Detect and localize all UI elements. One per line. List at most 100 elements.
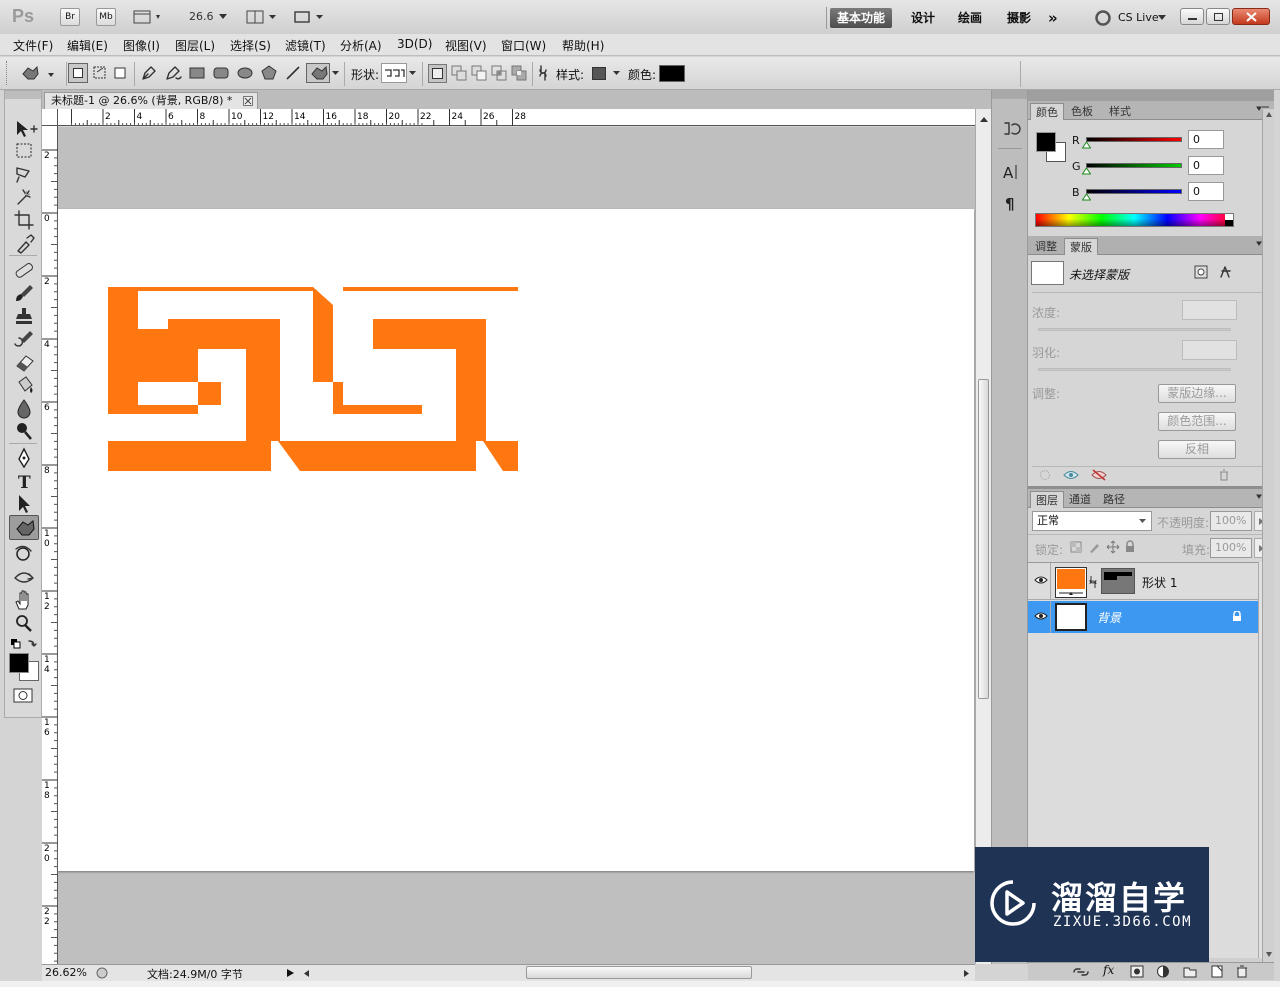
menu-select[interactable]: 选择(S) xyxy=(230,37,271,54)
lock-image-icon[interactable] xyxy=(1088,541,1100,553)
load-selection-icon[interactable] xyxy=(1038,469,1052,481)
type-tool-icon[interactable]: T xyxy=(9,470,39,492)
rectangle-tool-icon[interactable] xyxy=(188,64,206,82)
hand-tool-icon[interactable] xyxy=(9,589,39,611)
menu-edit[interactable]: 编辑(E) xyxy=(67,37,108,54)
layer-name-shape1[interactable]: 形状 1 xyxy=(1142,574,1177,591)
meander-pattern-shape[interactable] xyxy=(58,209,974,871)
tab-layers[interactable]: 图层 xyxy=(1030,491,1064,508)
shape-picker[interactable] xyxy=(381,63,407,83)
mini-bridge-button[interactable]: Mb xyxy=(96,8,116,26)
panel-dock-header[interactable] xyxy=(1028,90,1274,101)
zoom-tool-icon[interactable] xyxy=(9,612,39,634)
menu-analysis[interactable]: 分析(A) xyxy=(340,37,382,54)
horizontal-scroll-thumb[interactable] xyxy=(526,966,752,979)
pen-tool-icon[interactable] xyxy=(139,64,159,82)
arrange-documents-icon[interactable] xyxy=(246,9,278,28)
opacity-field[interactable]: 100% xyxy=(1210,511,1252,531)
default-colors-icon[interactable] xyxy=(9,637,39,651)
cslive-label[interactable]: CS Live xyxy=(1118,11,1159,24)
tab-color[interactable]: 颜色 xyxy=(1030,103,1064,120)
layer-link-icon[interactable] xyxy=(1089,575,1097,589)
layer-visibility-eye-icon[interactable] xyxy=(1034,611,1048,621)
menu-3d[interactable]: 3D(D) xyxy=(397,37,432,51)
dock-scrollbar[interactable] xyxy=(1262,109,1274,962)
create-new-shape-layer[interactable] xyxy=(428,64,447,83)
style-dropdown-icon[interactable] xyxy=(613,71,621,77)
lock-position-icon[interactable] xyxy=(1106,540,1120,554)
menu-window[interactable]: 窗口(W) xyxy=(501,37,546,54)
delete-layer-icon[interactable] xyxy=(1236,965,1248,978)
menu-help[interactable]: 帮助(H) xyxy=(562,37,604,54)
eyedropper-icon[interactable] xyxy=(9,232,39,254)
dock-scroll-up-icon[interactable] xyxy=(1265,111,1273,118)
layer-row-background[interactable]: 背景 xyxy=(1028,601,1258,633)
add-mask-icon[interactable] xyxy=(1130,965,1144,978)
r-slider[interactable] xyxy=(1086,137,1182,142)
menu-filter[interactable]: 滤镜(T) xyxy=(285,37,326,54)
layer-visibility-eye-icon[interactable] xyxy=(1034,575,1048,585)
disable-mask-icon[interactable] xyxy=(1090,469,1108,481)
mask-thumbnail[interactable] xyxy=(1031,261,1064,285)
cslive-dropdown-icon[interactable] xyxy=(1158,15,1166,21)
delete-mask-icon[interactable] xyxy=(1218,469,1230,481)
link-layers-icon[interactable] xyxy=(1072,966,1090,978)
vertical-scrollbar[interactable] xyxy=(975,109,991,964)
restore-button[interactable] xyxy=(1206,8,1230,25)
blur-tool-icon[interactable] xyxy=(9,397,39,419)
cslive-icon[interactable] xyxy=(1094,9,1112,27)
shape-layers-mode[interactable] xyxy=(68,63,88,83)
rectangular-marquee-icon[interactable] xyxy=(9,140,39,162)
quick-mask-icon[interactable] xyxy=(13,688,35,704)
status-zoom[interactable]: 26.62% xyxy=(45,966,87,979)
shape-color-swatch[interactable] xyxy=(659,65,685,82)
tab-paths[interactable]: 路径 xyxy=(1098,491,1130,508)
add-pixel-mask-icon[interactable] xyxy=(1194,265,1208,279)
pen-tool-icon[interactable] xyxy=(9,447,39,469)
color-foreground-swatch[interactable] xyxy=(1036,132,1056,152)
vertical-ruler[interactable]: 20246810121416182022 xyxy=(42,126,58,964)
b-value-field[interactable]: 0 xyxy=(1188,182,1224,201)
scroll-right-icon[interactable] xyxy=(963,969,971,978)
workspace-design[interactable]: 设计 xyxy=(911,8,935,28)
scroll-left-icon[interactable] xyxy=(302,969,310,978)
spot-healing-icon[interactable] xyxy=(9,259,39,281)
color-ramp[interactable] xyxy=(1035,213,1234,227)
g-slider-handle-icon[interactable] xyxy=(1082,168,1091,175)
strip-header[interactable] xyxy=(992,90,1027,99)
tab-swatches[interactable]: 色板 xyxy=(1066,103,1098,120)
toolbox-header[interactable] xyxy=(5,91,41,99)
workspace-essentials[interactable]: 基本功能 xyxy=(830,8,893,28)
shape-layer-thumbnail[interactable] xyxy=(1055,567,1087,598)
shape-dropdown-icon[interactable] xyxy=(409,71,417,77)
rounded-rectangle-icon[interactable] xyxy=(212,64,230,82)
character-panel-icon[interactable]: A xyxy=(1001,162,1021,182)
custom-shape-tool[interactable] xyxy=(306,63,330,83)
fill-field[interactable]: 100% xyxy=(1210,538,1252,558)
mask-edge-button[interactable]: 蒙版边缘... xyxy=(1158,384,1236,403)
eraser-tool-icon[interactable] xyxy=(9,351,39,373)
path-selection-icon[interactable] xyxy=(9,493,39,515)
status-arrow-icon[interactable] xyxy=(286,968,295,978)
menu-view[interactable]: 视图(V) xyxy=(445,37,487,54)
line-tool-icon[interactable] xyxy=(284,64,302,82)
crop-tool-icon[interactable] xyxy=(9,209,39,231)
add-vector-mask-icon[interactable] xyxy=(1219,265,1233,279)
document-canvas[interactable] xyxy=(58,209,974,871)
menu-layer[interactable]: 图层(L) xyxy=(175,37,215,54)
horizontal-ruler[interactable]: 2 4 6 8 10 12 14 16 18 20 22 24 26 28 xyxy=(58,109,975,126)
screen-mode-icon[interactable] xyxy=(293,9,325,28)
workspace-photography[interactable]: 摄影 xyxy=(1007,8,1031,28)
g-value-field[interactable]: 0 xyxy=(1188,156,1224,175)
history-panel-icon[interactable] xyxy=(1001,118,1021,138)
3d-orbit-icon[interactable] xyxy=(9,566,39,588)
b-slider-handle-icon[interactable] xyxy=(1082,194,1091,201)
tab-masks[interactable]: 蒙版 xyxy=(1064,238,1098,255)
add-to-shape-area-icon[interactable] xyxy=(450,64,468,82)
background-layer-thumbnail[interactable] xyxy=(1055,603,1087,631)
tab-adjustments[interactable]: 调整 xyxy=(1030,238,1062,255)
move-tool-icon[interactable] xyxy=(9,118,39,140)
custom-shape-dropdown-icon[interactable] xyxy=(332,71,340,77)
custom-shape-tool-selected[interactable] xyxy=(9,515,39,540)
zoom-dropdown-icon[interactable] xyxy=(219,14,227,20)
